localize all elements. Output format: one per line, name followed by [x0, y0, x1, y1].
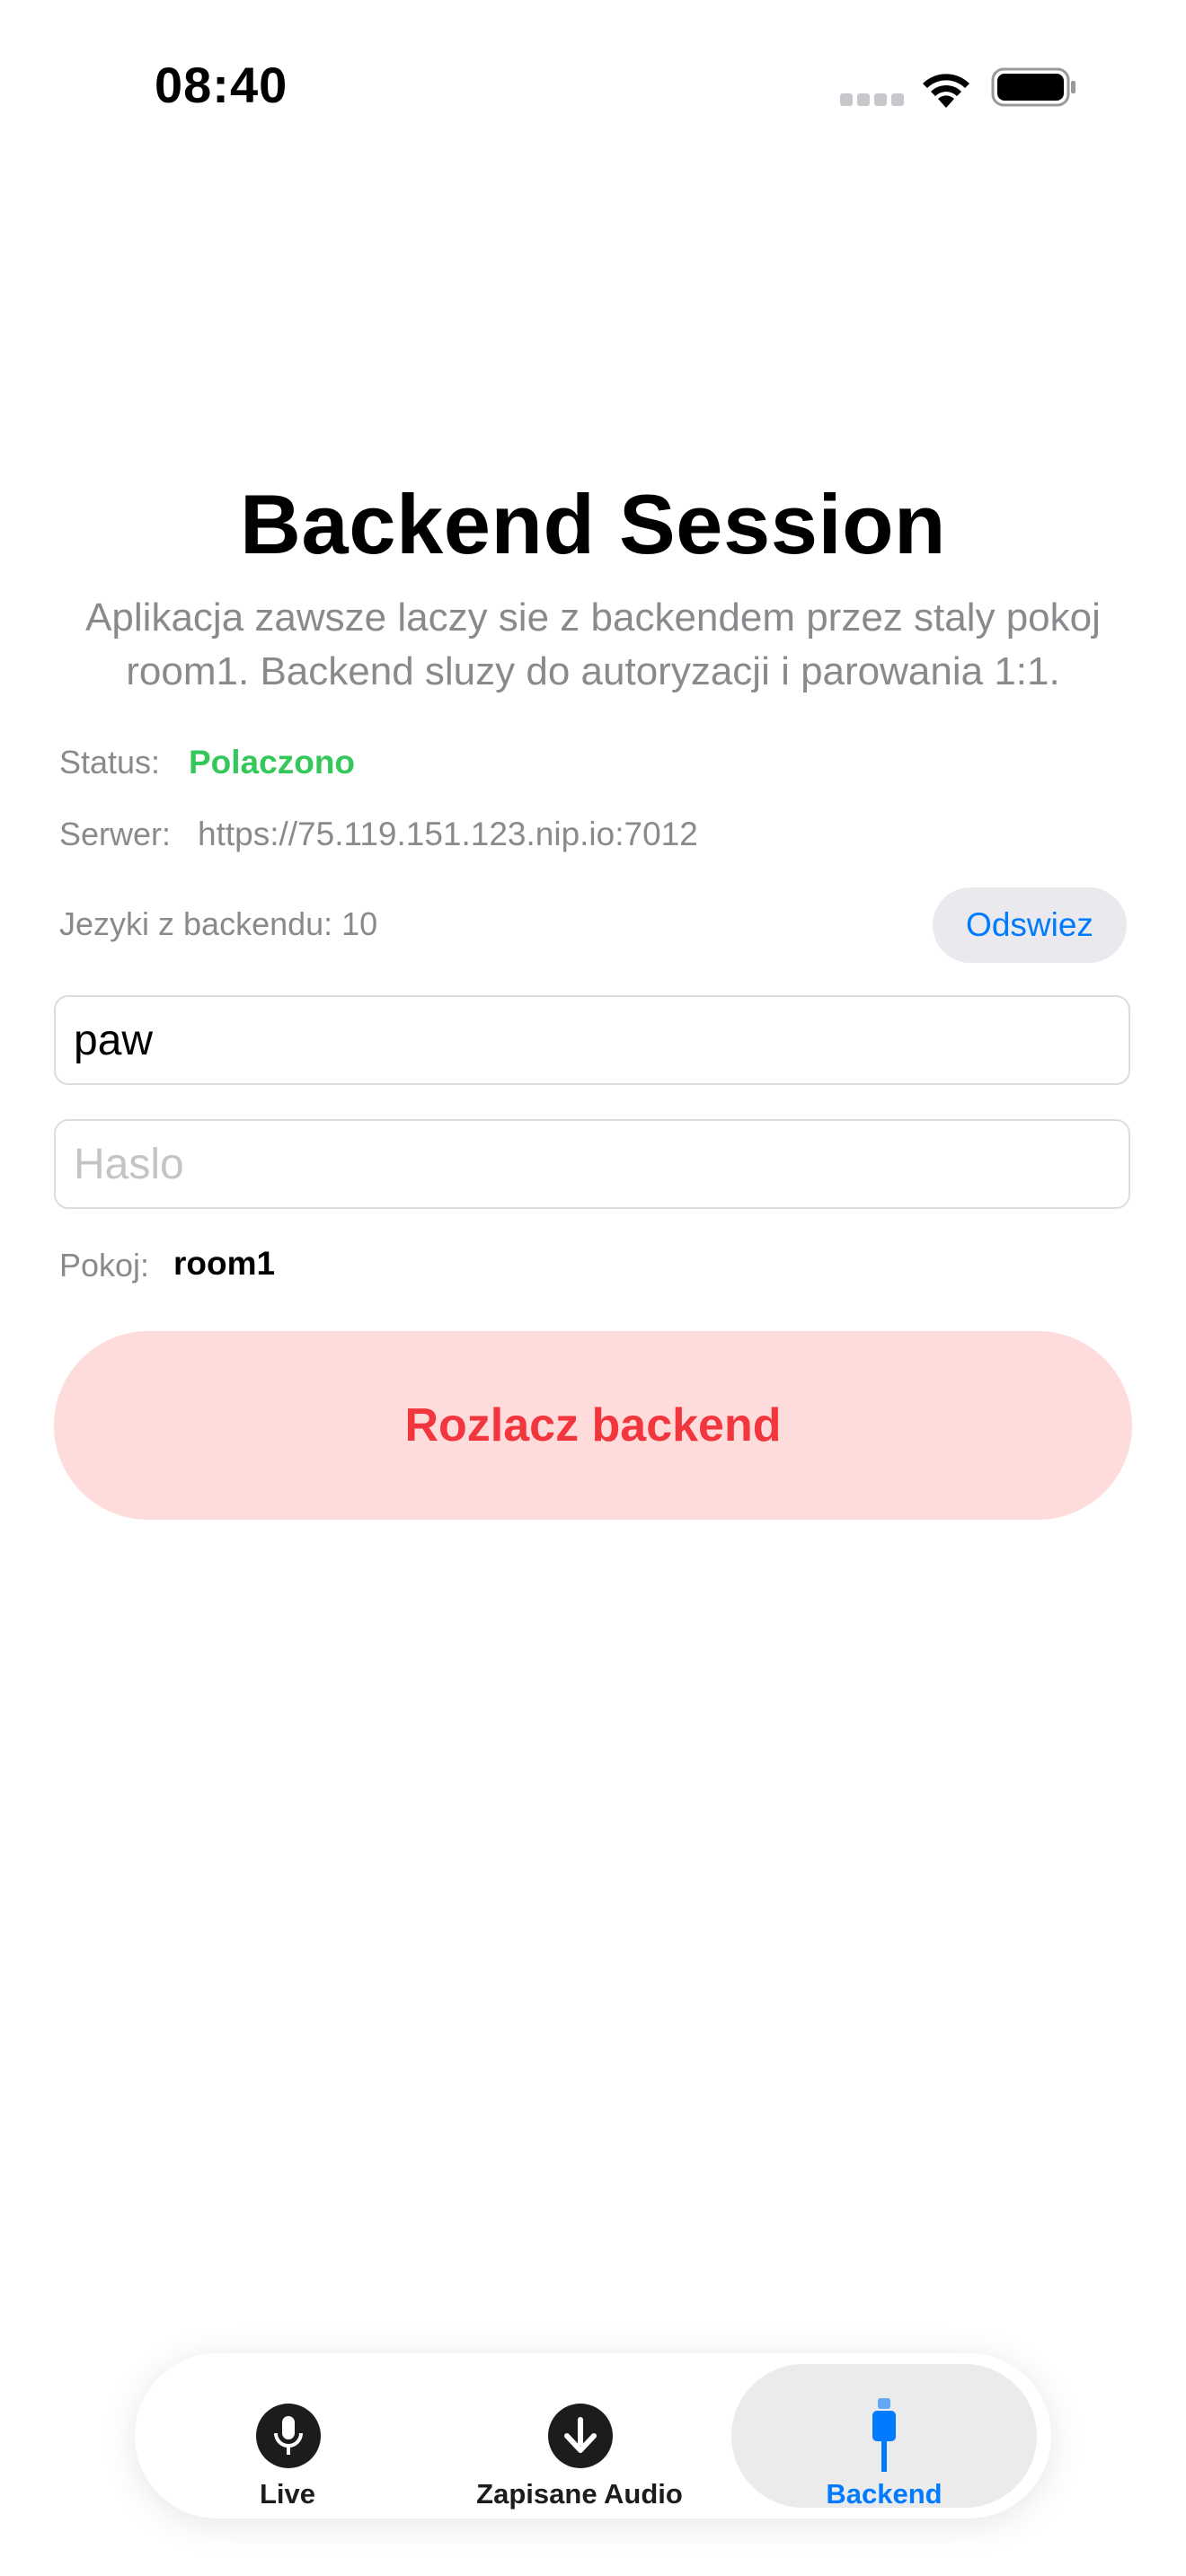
- disconnect-backend-button[interactable]: Rozlacz backend: [54, 1331, 1132, 1520]
- tab-saved-audio-label: Zapisane Audio: [476, 2478, 683, 2510]
- room-label: Pokoj:: [59, 1247, 150, 1284]
- tab-bar: Live Zapisane Audio Backend: [135, 2353, 1051, 2519]
- password-input[interactable]: [74, 1121, 1107, 1207]
- status-time: 08:40: [155, 57, 288, 113]
- username-field[interactable]: [54, 995, 1130, 1085]
- server-label: Serwer:: [59, 816, 172, 852]
- refresh-button[interactable]: Odswiez: [933, 887, 1127, 963]
- tab-backend[interactable]: Backend: [731, 2364, 1037, 2510]
- wifi-icon: [918, 66, 974, 110]
- microphone-icon: [256, 2404, 321, 2468]
- tab-saved-audio[interactable]: Zapisane Audio: [427, 2364, 732, 2510]
- username-input[interactable]: [74, 997, 1107, 1083]
- tab-live-label: Live: [259, 2478, 316, 2510]
- battery-icon: [991, 67, 1077, 107]
- status-label: Status:: [59, 744, 161, 781]
- status-bar: 08:40: [0, 0, 1186, 180]
- plug-icon: [857, 2391, 911, 2477]
- tab-backend-label: Backend: [826, 2478, 943, 2510]
- page-description: Aplikacja zawsze laczy sie z backendem p…: [85, 595, 1101, 693]
- server-url: https://75.119.151.123.nip.io:7012: [198, 816, 698, 852]
- cellular-signal-icon: [840, 93, 904, 106]
- room-value: room1: [173, 1245, 276, 1282]
- tab-live[interactable]: Live: [135, 2364, 440, 2510]
- download-arrow-icon: [548, 2404, 613, 2468]
- languages-count-label: Jezyki z backendu: 10: [59, 905, 378, 942]
- page-title: Backend Session: [240, 477, 946, 571]
- connection-status-value: Polaczono: [189, 744, 356, 781]
- password-field[interactable]: [54, 1119, 1130, 1209]
